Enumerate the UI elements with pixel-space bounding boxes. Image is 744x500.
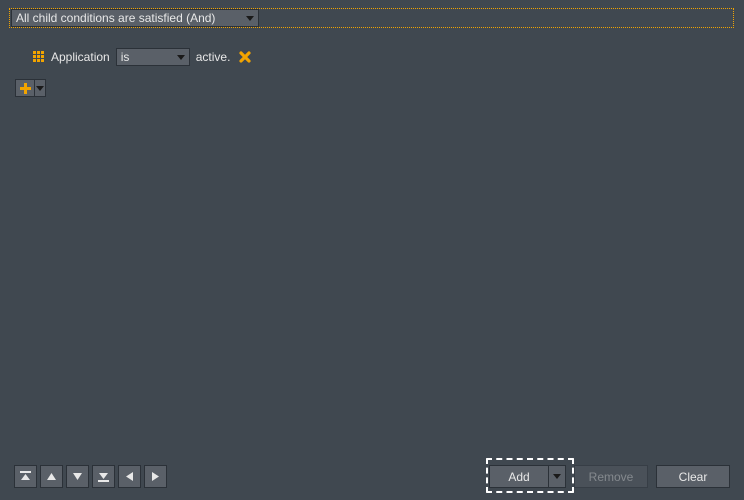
- delete-condition-button[interactable]: [236, 48, 254, 66]
- move-down-button[interactable]: [66, 465, 89, 488]
- chevron-down-icon: [553, 474, 561, 479]
- move-top-button[interactable]: [14, 465, 37, 488]
- plus-icon: [20, 83, 30, 93]
- actions-toolbar: Add Remove Clear: [489, 465, 730, 488]
- chevron-down-icon: [36, 86, 44, 91]
- condition-row: Application is active.: [33, 47, 254, 67]
- add-condition-dropdown[interactable]: [34, 79, 46, 97]
- add-condition-split-button: [15, 79, 46, 97]
- move-up-button[interactable]: [40, 465, 63, 488]
- add-button-dropdown[interactable]: [548, 465, 566, 488]
- reorder-toolbar: [14, 465, 167, 488]
- move-handle-icon[interactable]: [33, 51, 45, 63]
- move-left-button[interactable]: [118, 465, 141, 488]
- add-condition-button[interactable]: [15, 79, 35, 97]
- remove-button: Remove: [574, 465, 648, 488]
- conditions-group-label: All child conditions are satisfied (And): [16, 11, 246, 25]
- chevron-down-icon: [177, 55, 185, 60]
- clear-button[interactable]: Clear: [656, 465, 730, 488]
- condition-prefix-label: Application: [51, 50, 110, 64]
- conditions-group-inner[interactable]: All child conditions are satisfied (And): [11, 9, 259, 27]
- add-split-button: Add: [489, 465, 566, 488]
- move-right-button[interactable]: [144, 465, 167, 488]
- condition-operator-value: is: [121, 50, 177, 64]
- remove-button-label: Remove: [589, 470, 634, 484]
- conditions-group-select[interactable]: All child conditions are satisfied (And): [9, 8, 734, 28]
- add-button-label: Add: [508, 470, 529, 484]
- condition-suffix-label: active.: [196, 50, 231, 64]
- clear-button-label: Clear: [679, 470, 708, 484]
- add-button[interactable]: Add: [489, 465, 549, 488]
- move-bottom-button[interactable]: [92, 465, 115, 488]
- condition-operator-select[interactable]: is: [116, 48, 190, 66]
- chevron-down-icon: [246, 16, 254, 21]
